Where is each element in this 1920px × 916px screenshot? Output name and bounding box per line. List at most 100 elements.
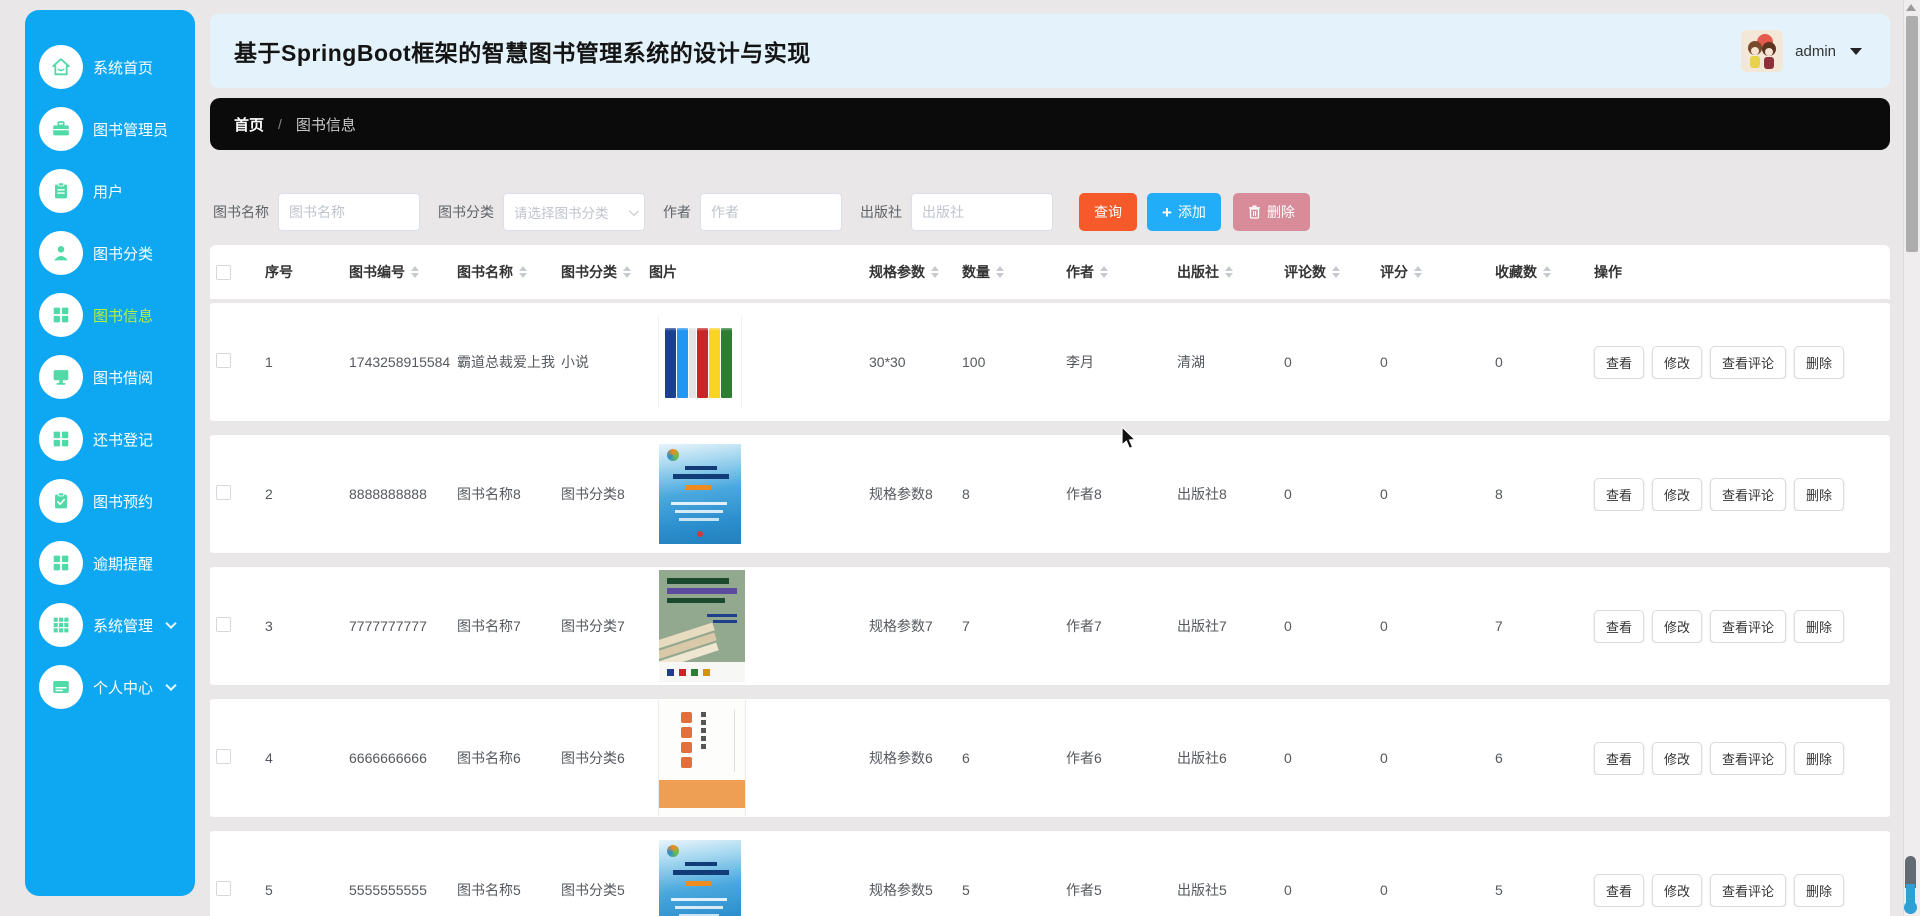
sidebar-item-book-info[interactable]: 图书信息 — [25, 284, 195, 346]
cell-book-id: 8888888888 — [344, 486, 452, 502]
col-header-qty: 数量 — [957, 262, 1061, 282]
sidebar-item-users[interactable]: 用户 — [25, 160, 195, 222]
sort-icon[interactable] — [623, 266, 631, 278]
scroll-up-arrow-icon[interactable] — [1906, 4, 1916, 11]
view-comments-button[interactable]: 查看评论 — [1710, 874, 1786, 907]
chevron-down-icon — [165, 680, 176, 691]
user-menu[interactable]: admin — [1741, 30, 1866, 72]
view-comments-button[interactable]: 查看评论 — [1710, 478, 1786, 511]
book-name-input[interactable] — [278, 193, 420, 231]
delete-row-button[interactable]: 删除 — [1794, 610, 1844, 643]
search-button[interactable]: 查询 — [1079, 193, 1137, 231]
sidebar-item-label: 个人中心 — [93, 677, 153, 698]
book-cover-image — [659, 700, 745, 816]
cell-favorites: 0 — [1490, 354, 1584, 370]
scroll-knob[interactable] — [1904, 901, 1917, 914]
sidebar-item-label: 还书登记 — [93, 429, 153, 450]
view-comments-button[interactable]: 查看评论 — [1710, 742, 1786, 775]
row-checkbox[interactable] — [216, 617, 231, 632]
edit-button[interactable]: 修改 — [1652, 742, 1702, 775]
cell-spec: 规格参数7 — [864, 616, 957, 636]
view-comments-button[interactable]: 查看评论 — [1710, 346, 1786, 379]
sort-icon[interactable] — [1332, 266, 1340, 278]
edit-button[interactable]: 修改 — [1652, 478, 1702, 511]
cell-publisher: 出版社8 — [1172, 484, 1279, 504]
view-button[interactable]: 查看 — [1594, 346, 1644, 379]
cell-spec: 规格参数8 — [864, 484, 957, 504]
sort-icon[interactable] — [1225, 266, 1233, 278]
delete-row-button[interactable]: 删除 — [1794, 874, 1844, 907]
row-checkbox[interactable] — [216, 881, 231, 896]
sidebar-item-label: 图书管理员 — [93, 119, 168, 140]
sidebar-item-librarians[interactable]: 图书管理员 — [25, 98, 195, 160]
book-category-select[interactable]: 请选择图书分类 — [503, 193, 645, 231]
cell-comments: 0 — [1279, 486, 1375, 502]
add-button[interactable]: +添加 — [1147, 193, 1221, 231]
sort-icon[interactable] — [1100, 266, 1108, 278]
view-button[interactable]: 查看 — [1594, 874, 1644, 907]
sidebar-item-book-borrow[interactable]: 图书借阅 — [25, 346, 195, 408]
avatar[interactable] — [1741, 30, 1783, 72]
cell-book-id: 7777777777 — [344, 618, 452, 634]
author-input[interactable] — [700, 193, 842, 231]
col-header-spec: 规格参数 — [864, 262, 957, 282]
edit-button[interactable]: 修改 — [1652, 874, 1702, 907]
top-header: 基于SpringBoot框架的智慧图书管理系统的设计与实现 admin — [210, 14, 1890, 88]
cell-spec: 规格参数5 — [864, 880, 957, 900]
select-placeholder: 请选择图书分类 — [514, 202, 609, 222]
publisher-input[interactable] — [911, 193, 1053, 231]
edit-button[interactable]: 修改 — [1652, 610, 1702, 643]
cell-book-name: 图书名称5 — [452, 880, 556, 900]
delete-row-button[interactable]: 删除 — [1794, 478, 1844, 511]
sidebar-item-book-return[interactable]: 还书登记 — [25, 408, 195, 470]
sort-icon[interactable] — [411, 266, 419, 278]
sort-icon[interactable] — [1543, 266, 1551, 278]
row-checkbox[interactable] — [216, 749, 231, 764]
cell-no: 4 — [260, 750, 344, 766]
table-row: 4 6666666666 图书名称6 图书分类6 规格参数6 6 作者6 出版社… — [210, 699, 1890, 817]
sidebar-item-home[interactable]: 系统首页 — [25, 36, 195, 98]
col-header-rating: 评分 — [1375, 262, 1490, 282]
sort-icon[interactable] — [996, 266, 1004, 278]
view-button[interactable]: 查看 — [1594, 478, 1644, 511]
cell-publisher: 清湖 — [1172, 352, 1279, 372]
sort-icon[interactable] — [519, 266, 527, 278]
sidebar-item-book-reservation[interactable]: 图书预约 — [25, 470, 195, 532]
select-all-checkbox[interactable] — [216, 265, 231, 280]
home-icon — [50, 56, 72, 78]
sidebar-item-label: 系统管理 — [93, 615, 153, 636]
table-header: 序号 图书编号 图书名称 图书分类 图片 规格参数 数量 作者 出版社 评论数 … — [210, 245, 1890, 299]
browser-scrollbar-thumb[interactable] — [1906, 16, 1918, 252]
cell-comments: 0 — [1279, 618, 1375, 634]
row-checkbox[interactable] — [216, 485, 231, 500]
col-header-favorites: 收藏数 — [1490, 262, 1584, 282]
view-comments-button[interactable]: 查看评论 — [1710, 610, 1786, 643]
username-label: admin — [1795, 43, 1836, 60]
sidebar-item-system-management[interactable]: 系统管理 — [25, 594, 195, 656]
cell-author: 作者5 — [1061, 880, 1172, 900]
inner-scrollbar-widget[interactable] — [1904, 856, 1917, 914]
delete-row-button[interactable]: 删除 — [1794, 346, 1844, 379]
view-button[interactable]: 查看 — [1594, 742, 1644, 775]
sort-icon[interactable] — [931, 266, 939, 278]
cell-book-name: 图书名称8 — [452, 484, 556, 504]
sidebar-item-personal-center[interactable]: 个人中心 — [25, 656, 195, 718]
briefcase-icon — [50, 118, 72, 140]
browser-scrollbar-track[interactable] — [1903, 0, 1920, 916]
breadcrumb: 首页 / 图书信息 — [210, 98, 1890, 150]
edit-button[interactable]: 修改 — [1652, 346, 1702, 379]
cell-publisher: 出版社5 — [1172, 880, 1279, 900]
cell-rating: 0 — [1375, 882, 1490, 898]
caret-down-icon — [1850, 48, 1862, 55]
view-button[interactable]: 查看 — [1594, 610, 1644, 643]
row-checkbox[interactable] — [216, 353, 231, 368]
sidebar-item-book-categories[interactable]: 图书分类 — [25, 222, 195, 284]
breadcrumb-home[interactable]: 首页 — [234, 114, 264, 135]
sort-icon[interactable] — [1414, 266, 1422, 278]
delete-button[interactable]: 删除 — [1233, 193, 1310, 231]
sidebar-item-overdue-reminder[interactable]: 逾期提醒 — [25, 532, 195, 594]
table-row: 3 7777777777 图书名称7 图书分类7 规格参数7 7 作者7 出版社… — [210, 567, 1890, 685]
cell-qty: 8 — [957, 486, 1061, 502]
cell-publisher: 出版社7 — [1172, 616, 1279, 636]
delete-row-button[interactable]: 删除 — [1794, 742, 1844, 775]
